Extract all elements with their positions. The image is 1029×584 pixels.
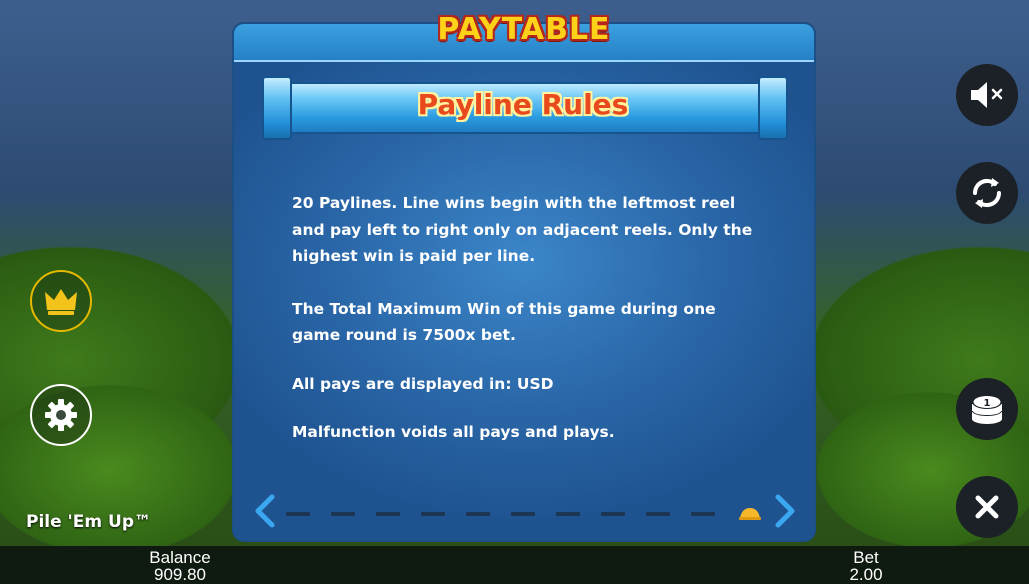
page-dot[interactable] bbox=[376, 512, 400, 516]
rule-paragraph: Malfunction voids all pays and plays. bbox=[292, 423, 615, 441]
status-bar: Balance 909.80 Bet 2.00 bbox=[0, 546, 1029, 584]
page-dot[interactable] bbox=[466, 512, 490, 516]
page-indicator bbox=[286, 512, 715, 516]
section-title: Payline Rules bbox=[417, 88, 629, 121]
page-dot[interactable] bbox=[286, 512, 310, 516]
paytable-title: PAYTABLE bbox=[437, 12, 611, 47]
sound-muted-icon bbox=[971, 82, 1003, 108]
current-page-marker bbox=[738, 505, 762, 520]
section-banner: Payline Rules bbox=[262, 76, 788, 140]
page-dot[interactable] bbox=[646, 512, 670, 516]
chevron-right-icon bbox=[775, 494, 795, 528]
settings-button[interactable] bbox=[30, 384, 92, 446]
close-icon bbox=[975, 495, 999, 519]
banner-cap-right bbox=[758, 76, 788, 140]
page-dot[interactable] bbox=[691, 512, 715, 516]
crown-button[interactable] bbox=[30, 270, 92, 332]
page-dot[interactable] bbox=[601, 512, 625, 516]
page-dot[interactable] bbox=[331, 512, 355, 516]
crown-icon bbox=[45, 289, 77, 315]
chevron-left-icon bbox=[255, 494, 275, 528]
svg-text:1: 1 bbox=[984, 398, 991, 409]
page-dot[interactable] bbox=[421, 512, 445, 516]
rule-paragraph: The Total Maximum Win of this game durin… bbox=[292, 299, 716, 345]
page-dot[interactable] bbox=[511, 512, 535, 516]
hat-icon bbox=[739, 508, 761, 520]
next-page-button[interactable] bbox=[772, 494, 798, 528]
coin-stack-icon: 1 bbox=[972, 395, 1002, 424]
rule-paragraph: 20 Paylines. Line wins begin with the le… bbox=[292, 194, 753, 265]
close-button[interactable] bbox=[956, 476, 1018, 538]
autoplay-icon bbox=[972, 178, 1002, 208]
balance-value: 909.80 bbox=[154, 565, 206, 584]
previous-page-button[interactable] bbox=[252, 494, 278, 528]
bet-value: 2.00 bbox=[849, 565, 883, 584]
rules-text: 20 Paylines. Line wins begin with the le… bbox=[292, 190, 762, 472]
rule-paragraph: All pays are displayed in: USD bbox=[292, 374, 554, 393]
bet-coins-button[interactable]: 1 bbox=[956, 378, 1018, 440]
page-dot[interactable] bbox=[556, 512, 580, 516]
gear-icon bbox=[45, 399, 77, 431]
autoplay-button[interactable] bbox=[956, 162, 1018, 224]
sound-toggle-button[interactable] bbox=[956, 64, 1018, 126]
game-name: Pile 'Em Up™ bbox=[26, 512, 151, 532]
